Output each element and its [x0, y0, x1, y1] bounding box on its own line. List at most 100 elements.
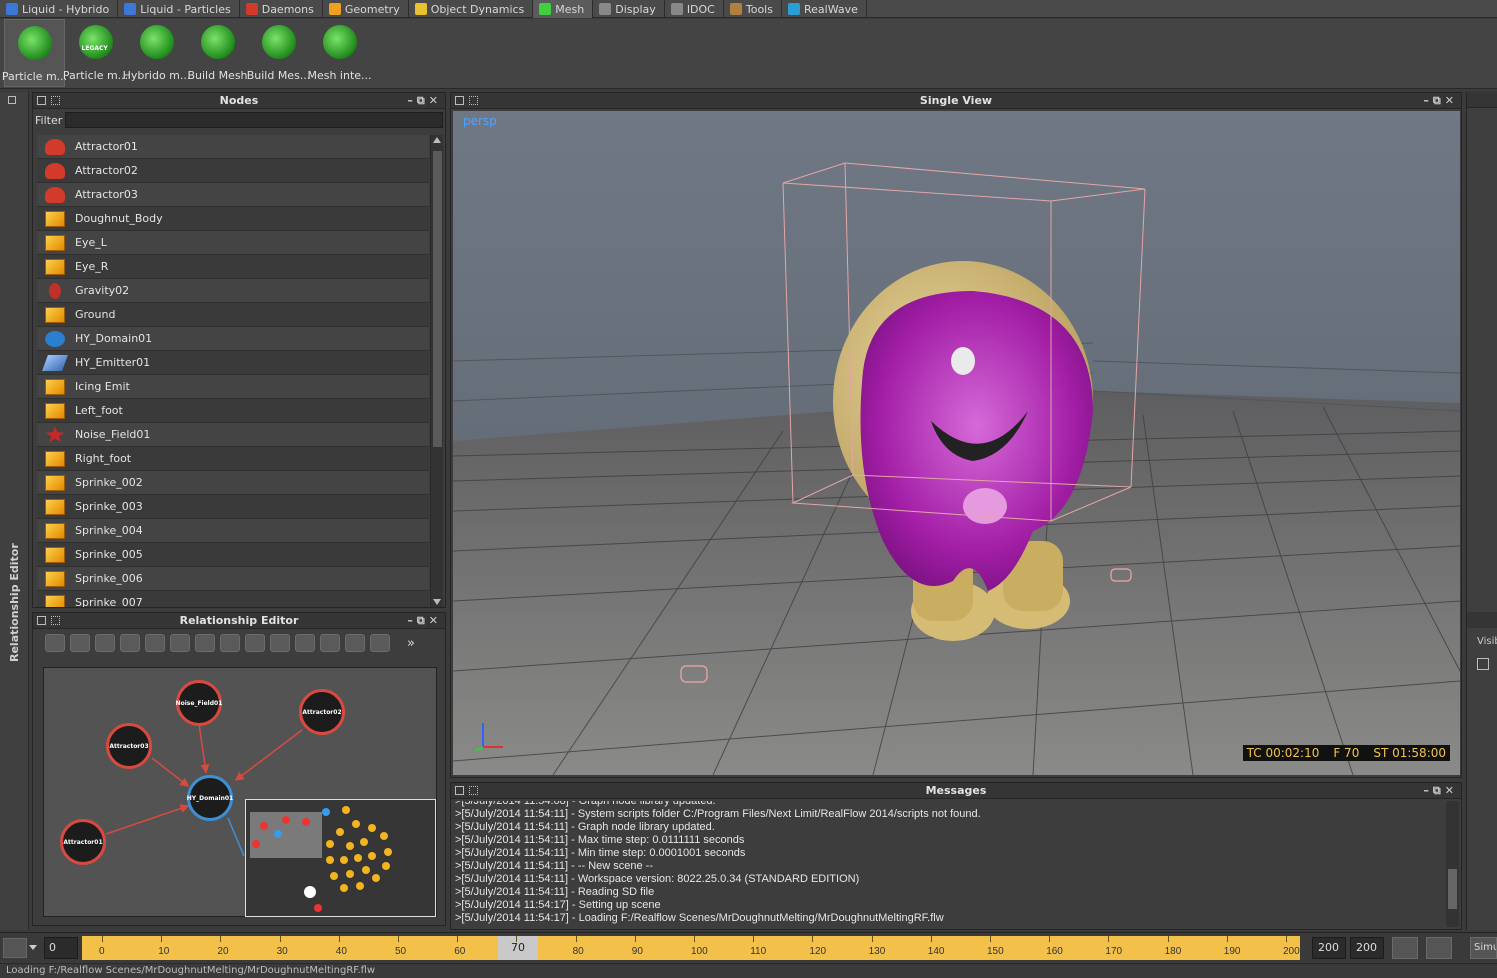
- shelf-tool-4[interactable]: Build Mes...: [247, 19, 310, 87]
- shelf-tool-3[interactable]: Build Mesh: [187, 19, 248, 87]
- relationship-editor-dock-label[interactable]: Relationship Editor: [8, 543, 21, 662]
- simulate-button[interactable]: Simu: [1470, 937, 1497, 959]
- add-link-icon[interactable]: [45, 634, 65, 652]
- node-item-attractor01[interactable]: Attractor01: [37, 135, 429, 159]
- current-frame-marker[interactable]: 70: [498, 936, 538, 960]
- tab-realwave[interactable]: RealWave: [782, 0, 867, 18]
- tab-mesh[interactable]: Mesh: [533, 0, 594, 18]
- ruler-tick-label: 180: [1164, 946, 1182, 957]
- graph-node-hy-domain01[interactable]: HY_Domain01: [187, 775, 233, 821]
- panel-float-icon[interactable]: [37, 616, 46, 625]
- node-item-noise-field01[interactable]: Noise_Field01: [37, 423, 429, 447]
- node-item-hy-domain01[interactable]: HY_Domain01: [37, 327, 429, 351]
- tab-tools[interactable]: Tools: [724, 0, 782, 18]
- zoom-fit-icon[interactable]: [195, 634, 215, 652]
- chevron-down-icon[interactable]: [29, 945, 37, 950]
- panel-window-controls[interactable]: –⧉✕: [1423, 783, 1458, 799]
- node-item-sprinke-007[interactable]: Sprinke_007: [37, 591, 429, 607]
- right-dock-header-2[interactable]: [1467, 612, 1497, 628]
- tab-geometry[interactable]: Geometry: [323, 0, 409, 18]
- shelf-tool-1[interactable]: LEGACY Particle m...: [63, 19, 128, 87]
- message-log-scrollbar[interactable]: [1446, 801, 1459, 927]
- node-item-right-foot[interactable]: Right_foot: [37, 447, 429, 471]
- panel-grip-icon[interactable]: [51, 616, 60, 625]
- group-icon[interactable]: [170, 634, 190, 652]
- node-item-icing-emit[interactable]: Icing Emit: [37, 375, 429, 399]
- list-icon[interactable]: [1477, 658, 1489, 670]
- node-item-eye-r[interactable]: Eye_R: [37, 255, 429, 279]
- panel-grip-icon[interactable]: [469, 96, 478, 105]
- 3d-viewport[interactable]: persp TC 00:02:10 F 70 ST 01:58:00: [453, 111, 1460, 775]
- tab-liquid-particles[interactable]: Liquid - Particles: [118, 0, 240, 18]
- tab-idoc[interactable]: IDOC: [665, 0, 724, 18]
- folder-icon[interactable]: [295, 634, 315, 652]
- node-item-sprinke-005[interactable]: Sprinke_005: [37, 543, 429, 567]
- scrollbar-thumb[interactable]: [1448, 869, 1457, 909]
- node-item-attractor03[interactable]: Attractor03: [37, 183, 429, 207]
- scroll-down-icon[interactable]: [433, 599, 441, 605]
- node-item-sprinke-004[interactable]: Sprinke_004: [37, 519, 429, 543]
- shelf-tool-0[interactable]: Particle m...: [2, 19, 67, 87]
- node-item-gravity02[interactable]: Gravity02: [37, 279, 429, 303]
- filter-label: Filter: [35, 113, 63, 127]
- scrollbar-thumb[interactable]: [433, 151, 442, 447]
- shelf-tool-2[interactable]: Hybrido m...: [123, 19, 190, 87]
- zoom-selected-icon[interactable]: [220, 634, 240, 652]
- tab-object-dynamics[interactable]: Object Dynamics: [409, 0, 534, 18]
- graph-node-noise-field01[interactable]: Noise_Field01: [176, 680, 222, 726]
- link-all-icon[interactable]: [120, 634, 140, 652]
- unlink-icon[interactable]: [145, 634, 165, 652]
- end-frame-field[interactable]: 200: [1312, 937, 1346, 959]
- tab-liquid-hybrido[interactable]: Liquid - Hybrido: [0, 0, 119, 18]
- node-item-attractor02[interactable]: Attractor02: [37, 159, 429, 183]
- shelf-tool-5[interactable]: Mesh inte...: [307, 19, 372, 87]
- graph-node-attractor02[interactable]: Attractor02: [299, 689, 345, 735]
- timeline-ruler[interactable]: 70 0 10 20 30 40 50 60 80 90 100 110 120 130 140 150 16…: [82, 936, 1300, 960]
- keyframe-options-button[interactable]: [1392, 937, 1418, 959]
- panel-grip-icon[interactable]: [469, 786, 478, 795]
- dock-toggle-icon[interactable]: [8, 96, 16, 104]
- toolbar-more-button[interactable]: »: [407, 636, 415, 651]
- layout-grid-icon[interactable]: [245, 634, 265, 652]
- lock-icon[interactable]: [3, 938, 27, 958]
- node-item-sprinke-006[interactable]: Sprinke_006: [37, 567, 429, 591]
- graph-minimap[interactable]: [245, 799, 436, 917]
- tab-display[interactable]: Display: [593, 0, 665, 18]
- panel-float-icon[interactable]: [455, 786, 464, 795]
- graph-node-attractor01[interactable]: Attractor01: [60, 819, 106, 865]
- ruler-tick: [516, 936, 518, 942]
- message-log[interactable]: >[5/July/2014 11:54:08] - Graph node lib…: [455, 801, 1443, 927]
- node-item-hy-emitter01[interactable]: HY_Emitter01: [37, 351, 429, 375]
- graph-node-attractor03[interactable]: Attractor03: [106, 723, 152, 769]
- filter-input[interactable]: [65, 112, 443, 128]
- node-list-scrollbar[interactable]: [430, 135, 443, 607]
- node-item-left-foot[interactable]: Left_foot: [37, 399, 429, 423]
- relationship-graph-canvas[interactable]: Noise_Field01 Attractor02 Attractor03 HY…: [43, 667, 437, 917]
- export-button[interactable]: [1426, 937, 1452, 959]
- max-frame-field[interactable]: 200: [1350, 937, 1384, 959]
- burst-icon[interactable]: [320, 634, 340, 652]
- right-dock-header[interactable]: [1467, 92, 1497, 108]
- start-frame-field[interactable]: 0: [44, 937, 78, 959]
- panel-window-controls[interactable]: –⧉✕: [407, 613, 442, 629]
- node-item-sprinke-002[interactable]: Sprinke_002: [37, 471, 429, 495]
- panel-float-icon[interactable]: [455, 96, 464, 105]
- node-item-sprinke-003[interactable]: Sprinke_003: [37, 495, 429, 519]
- node-item-eye-l[interactable]: Eye_L: [37, 231, 429, 255]
- panel-float-icon[interactable]: [37, 96, 46, 105]
- refresh-icon[interactable]: [70, 634, 90, 652]
- node-item-ground[interactable]: Ground: [37, 303, 429, 327]
- node-item-doughnut-body[interactable]: Doughnut_Body: [37, 207, 429, 231]
- panel-window-controls[interactable]: –⧉✕: [1423, 93, 1458, 109]
- window-icon[interactable]: [95, 634, 115, 652]
- layout-tree-icon[interactable]: [270, 634, 290, 652]
- camera-label[interactable]: persp: [463, 114, 497, 128]
- panel-grip-icon[interactable]: [51, 96, 60, 105]
- tab-daemons[interactable]: Daemons: [240, 0, 323, 18]
- panel-window-controls[interactable]: –⧉✕: [407, 93, 442, 109]
- visibility-tab-label[interactable]: Visib: [1477, 636, 1497, 647]
- burst-links-icon[interactable]: [345, 634, 365, 652]
- scroll-up-icon[interactable]: [433, 137, 441, 143]
- magnet-icon: [45, 138, 65, 155]
- shapes-icon[interactable]: [370, 634, 390, 652]
